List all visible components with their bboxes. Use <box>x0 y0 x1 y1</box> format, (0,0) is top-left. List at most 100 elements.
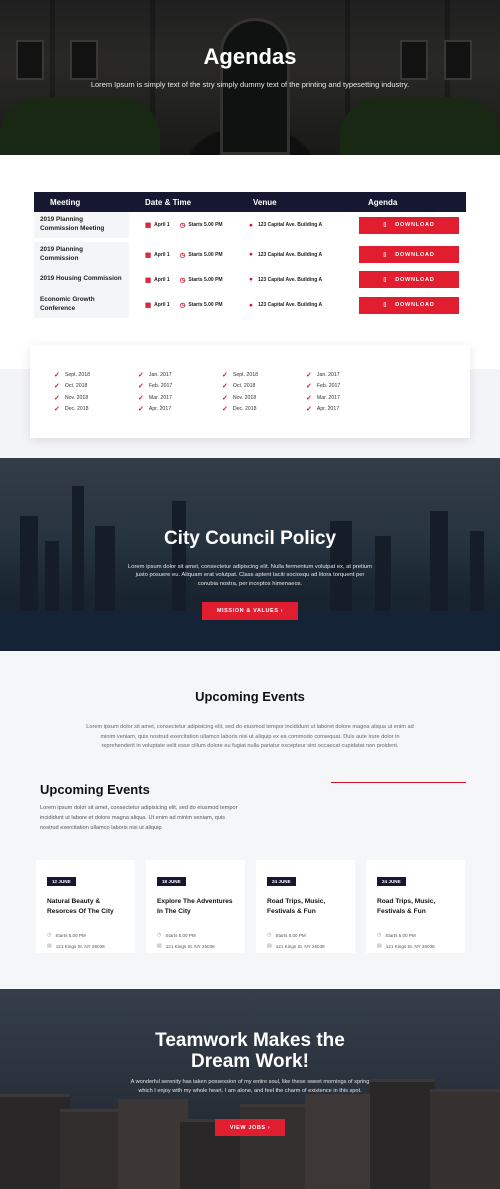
download-label: DOWNLOAD <box>395 222 435 228</box>
event-time-row: ◷ Starts 5.00 PM <box>377 932 455 938</box>
event-time-row: ◷ Starts 5.00 PM <box>157 932 235 938</box>
calendar-icon: ▦ <box>145 302 152 309</box>
view-jobs-button[interactable]: VIEW JOBS › <box>215 1119 285 1136</box>
archive-label: Jan. 2017 <box>148 371 172 378</box>
archive-link[interactable]: ✓ Dec. 2018 <box>54 404 138 416</box>
archive-label: Oct. 2018 <box>64 383 88 390</box>
date-badge: 18 JUNE <box>157 877 186 886</box>
archive-link[interactable]: ✓ Jan. 2017 <box>138 369 222 381</box>
download-button[interactable]: ▯ DOWNLOAD <box>359 246 459 263</box>
events-section: Upcoming Events Lorem ipsum dolor sit am… <box>0 651 500 989</box>
table-header: Meeting Date & Time Venue Agenda <box>34 192 466 212</box>
page-title: Agendas <box>203 44 297 69</box>
archive-label: Sept. 2018 <box>64 371 90 378</box>
meeting-venue: 123 Capital Ave. Building A <box>257 302 323 308</box>
event-card[interactable]: 12 JUNE Natural Beauty & Resorces Of The… <box>36 860 135 953</box>
event-time: Starts 5.00 PM <box>385 932 416 938</box>
agenda-cell: ▯ DOWNLOAD <box>352 296 466 314</box>
event-title[interactable]: Explore The Adventures In The City <box>157 897 235 927</box>
download-button[interactable]: ▯ DOWNLOAD <box>359 216 459 234</box>
event-address-row: ▤ 121 Kings St. NY 26038 <box>47 943 125 949</box>
calendar-icon: ▦ <box>145 222 152 229</box>
agenda-cell: ▯ DOWNLOAD <box>352 271 466 288</box>
meeting-date: April 1 <box>154 276 170 283</box>
archive-link[interactable]: ✓ Mar. 2017 <box>138 392 222 404</box>
date-cell: ▦ April 1 ◷ Starts 5.00 PM <box>129 221 237 229</box>
archive-link[interactable]: ✓ Dec. 2018 <box>222 404 306 416</box>
archive-link[interactable]: ✓ Nov. 2018 <box>54 392 138 404</box>
event-title[interactable]: Road Trips, Music, Festivals & Fun <box>267 897 345 927</box>
download-button[interactable]: ▯ DOWNLOAD <box>359 296 459 314</box>
archive-link[interactable]: ✓ Apr. 2017 <box>306 404 390 416</box>
date-badge: 24 JUNE <box>267 877 296 886</box>
event-card[interactable]: 24 JUNE Road Trips, Music, Festivals & F… <box>366 860 465 953</box>
mission-values-button[interactable]: MISSION & VALUES › <box>202 602 298 620</box>
header-venue: Venue <box>253 197 277 207</box>
table-row: 2019 Planning Commission Meeting ▦ April… <box>34 212 466 238</box>
file-icon: ▯ <box>383 222 388 228</box>
archive-link[interactable]: ✓ Feb. 2017 <box>138 381 222 393</box>
map-icon: ▤ <box>47 943 52 949</box>
calendar-icon: ▦ <box>145 276 152 284</box>
archive-link[interactable]: ✓ Mar. 2017 <box>306 392 390 404</box>
event-time-row: ◷ Starts 5.00 PM <box>267 932 345 938</box>
archive-section: ✓ Sept. 2018 ✓ Oct. 2018 ✓ Nov. 2018 ✓ Dec. … <box>0 345 500 473</box>
clock-icon: ◷ <box>179 251 186 259</box>
archive-link[interactable]: ✓ Nov. 2018 <box>222 392 306 404</box>
archive-link[interactable]: ✓ Oct. 2018 <box>54 381 138 393</box>
policy-text: Lorem ipsum dolor sit amet, consectetur … <box>128 564 372 587</box>
event-cards: 12 JUNE Natural Beauty & Resorces Of The… <box>36 860 465 953</box>
agenda-table: Meeting Date & Time Venue Agenda 2019 Pl… <box>34 192 466 318</box>
event-address-row: ▤ 121 Kings St. NY 26038 <box>377 943 455 949</box>
archive-link[interactable]: ✓ Feb. 2017 <box>306 381 390 393</box>
download-label: DOWNLOAD <box>395 302 435 308</box>
file-icon: ▯ <box>383 276 388 283</box>
hero-subtitle: Lorem Ipsum is simply text of the stry s… <box>90 80 410 89</box>
archive-link[interactable]: ✓ Sept. 2018 <box>222 369 306 381</box>
event-time: Starts 5.00 PM <box>55 932 86 938</box>
event-title[interactable]: Road Trips, Music, Festivals & Fun <box>377 897 455 927</box>
archive-link[interactable]: ✓ Jan. 2017 <box>306 369 390 381</box>
meeting-name: 2019 Planning Commission <box>34 242 129 267</box>
event-address-row: ▤ 121 Kings St. NY 26038 <box>267 943 345 949</box>
event-address: 121 Kings St. NY 26038 <box>55 943 105 949</box>
events-subtext: Lorem ipsum dolor sit amet, consectetur … <box>40 805 238 831</box>
event-card[interactable]: 24 JUNE Road Trips, Music, Festivals & F… <box>256 860 355 953</box>
archive-label: Nov. 2018 <box>232 394 257 401</box>
meeting-date: April 1 <box>154 251 170 258</box>
meeting-time: Starts 5.00 PM <box>188 276 223 283</box>
map-icon: ▤ <box>377 943 382 949</box>
agenda-cell: ▯ DOWNLOAD <box>352 246 466 263</box>
archive-link[interactable]: ✓ Oct. 2018 <box>222 381 306 393</box>
archive-link[interactable]: ✓ Apr. 2017 <box>138 404 222 416</box>
event-address: 121 Kings St. NY 26038 <box>165 943 215 949</box>
meeting-venue: 123 Capital Ave. Building A <box>257 276 323 283</box>
check-icon: ✓ <box>138 394 144 402</box>
download-label: DOWNLOAD <box>395 251 435 258</box>
events-title: Upcoming Events <box>195 689 305 704</box>
header-agenda: Agenda <box>368 197 398 207</box>
archive-label: Mar. 2017 <box>316 394 340 401</box>
archive-label: Nov. 2018 <box>64 394 89 401</box>
map-pin-icon: ● <box>249 251 253 258</box>
check-icon: ✓ <box>222 394 228 402</box>
meeting-name: 2019 Housing Commission <box>34 267 129 292</box>
clock-icon: ◷ <box>377 932 382 938</box>
date-cell: ▦ April 1 ◷ Starts 5.00 PM <box>129 301 237 309</box>
archive-link[interactable]: ✓ Sept. 2018 <box>54 369 138 381</box>
careers-text: A wonderful serenity has taken possessio… <box>130 1079 370 1094</box>
divider <box>331 782 466 783</box>
archive-column: ✓ Sept. 2018 ✓ Oct. 2018 ✓ Nov. 2018 ✓ Dec. … <box>222 369 306 438</box>
event-title[interactable]: Natural Beauty & Resorces Of The City <box>47 897 125 927</box>
check-icon: ✓ <box>222 371 228 379</box>
events-intro: Lorem ipsum dolor sit amet, consectetur … <box>86 724 414 749</box>
hero-section: Agendas Lorem Ipsum is simply text of th… <box>0 0 500 155</box>
download-button[interactable]: ▯ DOWNLOAD <box>359 271 459 288</box>
file-icon: ▯ <box>383 302 388 308</box>
archive-label: Jan. 2017 <box>316 371 340 378</box>
policy-section: City Council Policy Lorem ipsum dolor si… <box>0 458 500 651</box>
meeting-date: April 1 <box>154 302 170 308</box>
event-card[interactable]: 18 JUNE Explore The Adventures In The Ci… <box>146 860 245 953</box>
archive-label: Sept. 2018 <box>232 371 258 378</box>
check-icon: ✓ <box>54 383 60 391</box>
